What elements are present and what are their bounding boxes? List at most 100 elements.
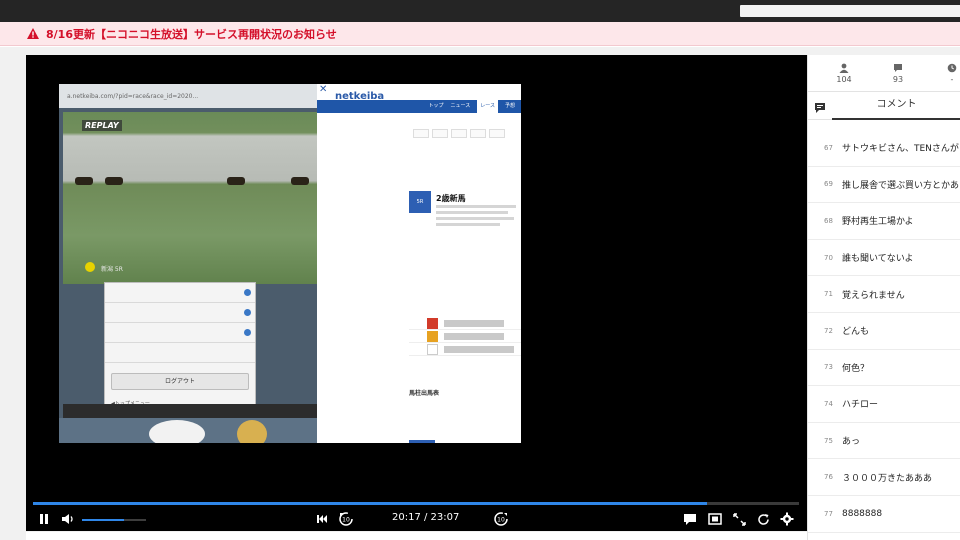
list-item[interactable]: 76 ３０００万きたあああ [808, 459, 960, 496]
comment-sidebar: 104 93 - コメント 67 サトウキビさん、TENさんが 69 推し展舎で選ぶ買… [807, 55, 960, 540]
netkeiba-tabs [413, 129, 515, 138]
jockey-cap-icon [85, 262, 95, 272]
player-footer [26, 532, 807, 540]
fullscreen-button[interactable] [731, 511, 747, 527]
comment-icon [894, 64, 902, 72]
list-item[interactable]: 77 8888888 [808, 496, 960, 533]
expand-icon [732, 512, 746, 526]
notice-text[interactable]: 8/16更新【ニコニコ生放送】サービス再開状況のお知らせ [46, 26, 337, 42]
comment-text: どんも [842, 327, 870, 338]
race-card: 5R 2歳新馬 [409, 191, 521, 231]
comment-text: あっ [842, 437, 861, 448]
video-stream[interactable]: a.netkeiba.com/?pid=race&race_id=2020...… [59, 84, 521, 443]
volume-button[interactable] [60, 511, 76, 527]
comment-toggle-button[interactable] [682, 511, 698, 527]
skip-to-start-button[interactable] [314, 511, 330, 527]
comment-text: ハチロー [842, 400, 879, 411]
comment-number: 76 [824, 473, 833, 482]
list-item[interactable]: 75 あっ [808, 423, 960, 460]
seek-progress [33, 502, 708, 505]
speaker-icon [62, 514, 73, 524]
forward-10-button[interactable]: 10 [493, 511, 509, 527]
svg-text:10: 10 [497, 517, 505, 524]
logout-button: ログアウト [111, 373, 249, 390]
seek-bar[interactable] [33, 502, 799, 505]
list-item[interactable]: 74 ハチロー [808, 386, 960, 423]
viewer-count-value: 104 [836, 75, 852, 84]
settings-button[interactable] [779, 511, 795, 527]
list-item[interactable]: 71 覚えられません [808, 276, 960, 313]
stream-bottom [59, 418, 317, 443]
netkeiba-logo: netkeiba [335, 91, 385, 102]
netkeiba-page: ✕ netkeiba トップ ニュース レース 予想 5R 2歳新馬 馬柱出馬表 [317, 84, 521, 443]
notice-banner[interactable]: 8/16更新【ニコニコ生放送】サービス再開状況のお知らせ [0, 22, 960, 46]
race-badge: 5R [409, 191, 431, 213]
netkeiba-logo-icon: ✕ [319, 84, 328, 95]
replay-label: REPLAY [82, 120, 122, 131]
warning-icon [27, 28, 39, 39]
theater-icon [708, 513, 722, 525]
netkeiba-section-title: 馬柱出馬表 [409, 390, 440, 397]
comment-text: 何色？ [842, 363, 870, 374]
race-entries [409, 317, 521, 356]
player-controls: 10 20:17 / 23:07 10 [26, 508, 807, 531]
pause-button[interactable] [36, 511, 52, 527]
comment-number: 67 [824, 143, 833, 152]
nav-item: トップ [428, 103, 444, 109]
reload-button[interactable] [755, 511, 771, 527]
list-item[interactable]: 68 野村再生工場かよ [808, 203, 960, 240]
tab-comments[interactable]: コメント [832, 92, 960, 120]
comment-number: 71 [824, 290, 833, 299]
list-item[interactable]: 67 サトウキビさん、TENさんが [808, 130, 960, 167]
comment-text: 誰も聞いてないよ [842, 254, 914, 265]
nav-item: レース [477, 100, 498, 113]
pause-icon [40, 514, 48, 524]
skip-back-icon [317, 515, 327, 523]
viewer-count: 104 [824, 63, 864, 84]
comment-number: 70 [824, 253, 833, 262]
comment-count: 93 [878, 63, 918, 84]
comment-number: 73 [824, 363, 833, 372]
theater-mode-button[interactable] [707, 511, 723, 527]
top-bar [0, 0, 960, 22]
comment-list[interactable]: 67 サトウキビさん、TENさんが 69 推し展舎で選ぶ買い方とかあ 68 野村再生工場か… [808, 130, 960, 533]
comment-text: 8888888 [842, 508, 883, 519]
list-item[interactable]: 73 何色？ [808, 350, 960, 387]
clock-icon [947, 63, 957, 73]
rewind-10-icon: 10 [339, 512, 353, 526]
user-icon [839, 63, 849, 73]
phone-controls [63, 404, 317, 418]
comment-number: 74 [824, 399, 833, 408]
mobile-betting-screen: ログアウト ◀トップメニュー [104, 282, 256, 408]
netkeiba-header: ✕ netkeiba [317, 84, 521, 102]
time-stat: - [932, 63, 960, 84]
rewind-10-button[interactable]: 10 [338, 511, 354, 527]
list-item[interactable]: 72 どんも [808, 313, 960, 350]
stats-bar: 104 93 - [808, 55, 960, 92]
list-item[interactable]: 69 推し展舎で選ぶ買い方とかあ [808, 167, 960, 204]
comment-number: 75 [824, 436, 833, 445]
time-stat-value: - [950, 75, 954, 84]
stream-url-bar: a.netkeiba.com/?pid=race&race_id=2020... [59, 84, 317, 108]
comment-text: 推し展舎で選ぶ買い方とかあ [842, 180, 960, 191]
video-player[interactable]: a.netkeiba.com/?pid=race&race_id=2020...… [26, 55, 807, 531]
race-replay-footage: REPLAY 新潟 5R [63, 112, 317, 284]
race-name: 2歳新馬 [436, 194, 466, 203]
comment-text: 野村再生工場かよ [842, 217, 914, 228]
comment-number: 69 [824, 180, 833, 189]
comment-number: 68 [824, 216, 833, 225]
stream-left-capture: a.netkeiba.com/?pid=race&race_id=2020...… [59, 84, 317, 443]
comment-list-icon[interactable] [814, 99, 826, 118]
netkeiba-button [409, 440, 435, 443]
reload-icon [757, 513, 769, 525]
volume-slider[interactable] [82, 519, 146, 521]
nav-item: 予想 [504, 103, 515, 109]
list-item[interactable]: 70 誰も聞いてないよ [808, 240, 960, 277]
volume-level [82, 519, 124, 521]
comment-number: 77 [824, 509, 833, 518]
forward-10-icon: 10 [494, 512, 508, 526]
svg-text:10: 10 [342, 517, 350, 524]
comment-number: 72 [824, 326, 833, 335]
search-box[interactable] [740, 5, 960, 17]
comment-count-value: 93 [892, 75, 904, 84]
